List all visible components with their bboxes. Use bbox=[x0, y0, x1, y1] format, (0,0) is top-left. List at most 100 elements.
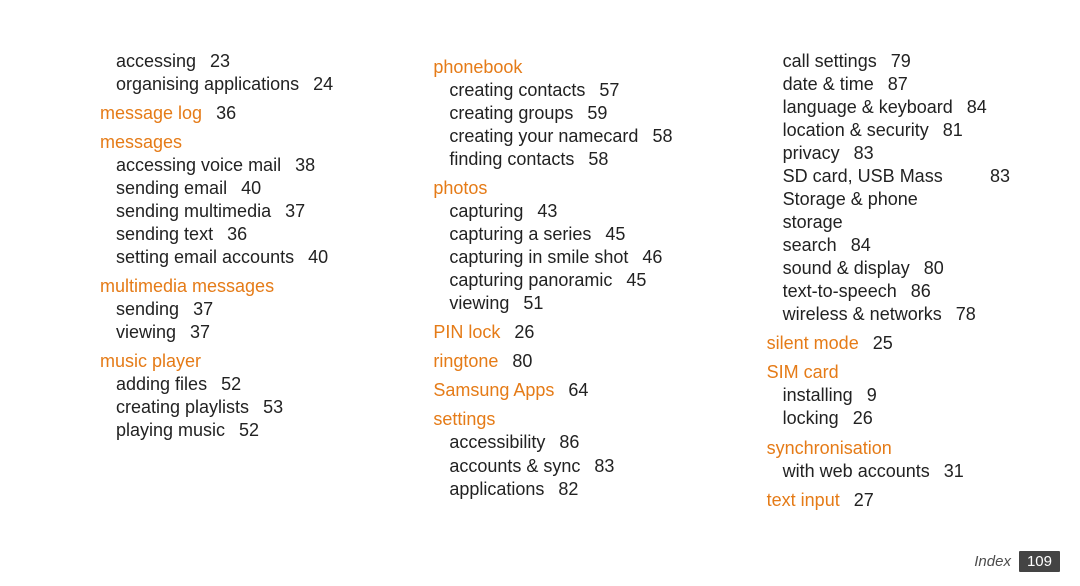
index-subentry: privacy83 bbox=[783, 142, 1010, 165]
index-page-ref: 45 bbox=[605, 223, 625, 246]
index-subentry: location & security81 bbox=[783, 119, 1010, 142]
index-subentry-label: sound & display bbox=[783, 257, 910, 280]
page-footer: Index 109 bbox=[974, 551, 1060, 572]
index-subentry: text-to-speech86 bbox=[783, 280, 1010, 303]
index-heading-label: messages bbox=[100, 131, 182, 154]
index-heading-label: synchronisation bbox=[767, 437, 892, 460]
footer-page-number: 109 bbox=[1019, 551, 1060, 572]
index-heading: messages bbox=[100, 131, 343, 154]
index-page-ref: 31 bbox=[944, 460, 964, 483]
index-subentry: locking 26 bbox=[783, 407, 1010, 430]
index-page-ref: 37 bbox=[285, 200, 305, 223]
index-page-ref: 57 bbox=[599, 79, 619, 102]
index-subentry: SD card, USB Mass Storage & phone storag… bbox=[783, 165, 1010, 234]
index-heading-label: ringtone bbox=[433, 350, 498, 373]
index-subentry-label: adding files bbox=[116, 373, 207, 396]
index-page-ref: 84 bbox=[851, 234, 871, 257]
index-heading-label: message log bbox=[100, 102, 202, 125]
index-subentry: creating playlists53 bbox=[116, 396, 343, 419]
index-subentry-label: setting email accounts bbox=[116, 246, 294, 269]
index-subentry-label: capturing a series bbox=[449, 223, 591, 246]
index-subentry-label: applications bbox=[449, 478, 544, 501]
index-heading-label: multimedia messages bbox=[100, 275, 274, 298]
index-subentry-label: installing bbox=[783, 384, 853, 407]
index-page-ref: 84 bbox=[967, 96, 987, 119]
index-subentry: creating contacts 57 bbox=[449, 79, 676, 102]
index-columns: accessing 23organising applications 24 mess… bbox=[100, 50, 1010, 512]
index-subentry: organising applications 24 bbox=[116, 73, 343, 96]
index-subentry-label: capturing bbox=[449, 200, 523, 223]
index-subentry-label: privacy bbox=[783, 142, 840, 165]
index-heading-label: photos bbox=[433, 177, 487, 200]
index-subentry-label: creating contacts bbox=[449, 79, 585, 102]
index-heading: message log 36 bbox=[100, 102, 343, 125]
index-page-ref: 37 bbox=[190, 321, 210, 344]
index-heading: text input 27 bbox=[767, 489, 1010, 512]
index-column: phonebookcreating contacts 57 creating gro… bbox=[433, 50, 676, 512]
index-subentry: creating your namecard 58 bbox=[449, 125, 676, 148]
index-page-ref: 80 bbox=[512, 350, 532, 373]
index-page-ref: 79 bbox=[891, 50, 911, 73]
index-subentry: accessing 23 bbox=[116, 50, 343, 73]
index-subentry-label: creating groups bbox=[449, 102, 573, 125]
index-subentry-label: accessing bbox=[116, 50, 196, 73]
index-subentry-label: finding contacts bbox=[449, 148, 574, 171]
index-page-ref: 26 bbox=[853, 407, 873, 430]
index-subentry: applications 82 bbox=[449, 478, 676, 501]
index-subentry: sound & display80 bbox=[783, 257, 1010, 280]
index-subentry-label: locking bbox=[783, 407, 839, 430]
index-page-ref: 36 bbox=[216, 102, 236, 125]
index-heading: synchronisation bbox=[767, 437, 1010, 460]
index-subentry-label: capturing in smile shot bbox=[449, 246, 628, 269]
index-subentry: capturing43 bbox=[449, 200, 676, 223]
index-subentry-label: search bbox=[783, 234, 837, 257]
index-subentry: setting email accounts40 bbox=[116, 246, 343, 269]
index-page-ref: 26 bbox=[514, 321, 534, 344]
index-page-ref: 58 bbox=[652, 125, 672, 148]
index-subentry: accessing voice mail38 bbox=[116, 154, 343, 177]
index-subentry-label: organising applications bbox=[116, 73, 299, 96]
index-page-ref: 37 bbox=[193, 298, 213, 321]
index-heading: music player bbox=[100, 350, 343, 373]
index-page-ref: 64 bbox=[568, 379, 588, 402]
index-subentry: installing9 bbox=[783, 384, 1010, 407]
index-subentry-label: text-to-speech bbox=[783, 280, 897, 303]
index-page-ref: 24 bbox=[313, 73, 333, 96]
index-heading: phonebook bbox=[433, 56, 676, 79]
index-page-ref: 45 bbox=[626, 269, 646, 292]
index-page-ref: 23 bbox=[210, 50, 230, 73]
index-heading-label: SIM card bbox=[767, 361, 839, 384]
index-subentry: playing music52 bbox=[116, 419, 343, 442]
index-subentry: wireless & networks78 bbox=[783, 303, 1010, 326]
index-subentry: sending 37 bbox=[116, 298, 343, 321]
index-heading-label: PIN lock bbox=[433, 321, 500, 344]
footer-label: Index bbox=[974, 553, 1011, 570]
index-heading-label: text input bbox=[767, 489, 840, 512]
index-column: accessing 23organising applications 24 mess… bbox=[100, 50, 343, 512]
index-subentry: capturing panoramic45 bbox=[449, 269, 676, 292]
index-subentry-label: creating playlists bbox=[116, 396, 249, 419]
index-subentry: finding contacts 58 bbox=[449, 148, 676, 171]
index-page-ref: 25 bbox=[873, 332, 893, 355]
index-heading: silent mode25 bbox=[767, 332, 1010, 355]
index-subentry-label: SD card, USB Mass Storage & phone storag… bbox=[783, 165, 976, 234]
index-subentry-label: with web accounts bbox=[783, 460, 930, 483]
index-page-ref: 59 bbox=[587, 102, 607, 125]
index-page-ref: 46 bbox=[642, 246, 662, 269]
index-heading: photos bbox=[433, 177, 676, 200]
index-page-ref: 52 bbox=[239, 419, 259, 442]
index-subentry-label: creating your namecard bbox=[449, 125, 638, 148]
index-subentry-label: sending email bbox=[116, 177, 227, 200]
index-page-ref: 82 bbox=[558, 478, 578, 501]
index-subentry-label: accounts & sync bbox=[449, 455, 580, 478]
index-subentry: capturing in smile shot 46 bbox=[449, 246, 676, 269]
index-heading: ringtone 80 bbox=[433, 350, 676, 373]
index-subentry-label: sending bbox=[116, 298, 179, 321]
index-column: call settings79date & time87language & k… bbox=[767, 50, 1010, 512]
index-page-ref: 27 bbox=[854, 489, 874, 512]
index-subentry: sending email40 bbox=[116, 177, 343, 200]
index-subentry: capturing a series 45 bbox=[449, 223, 676, 246]
index-page-ref: 58 bbox=[588, 148, 608, 171]
index-subentry: viewing51 bbox=[449, 292, 676, 315]
index-subentry-label: wireless & networks bbox=[783, 303, 942, 326]
